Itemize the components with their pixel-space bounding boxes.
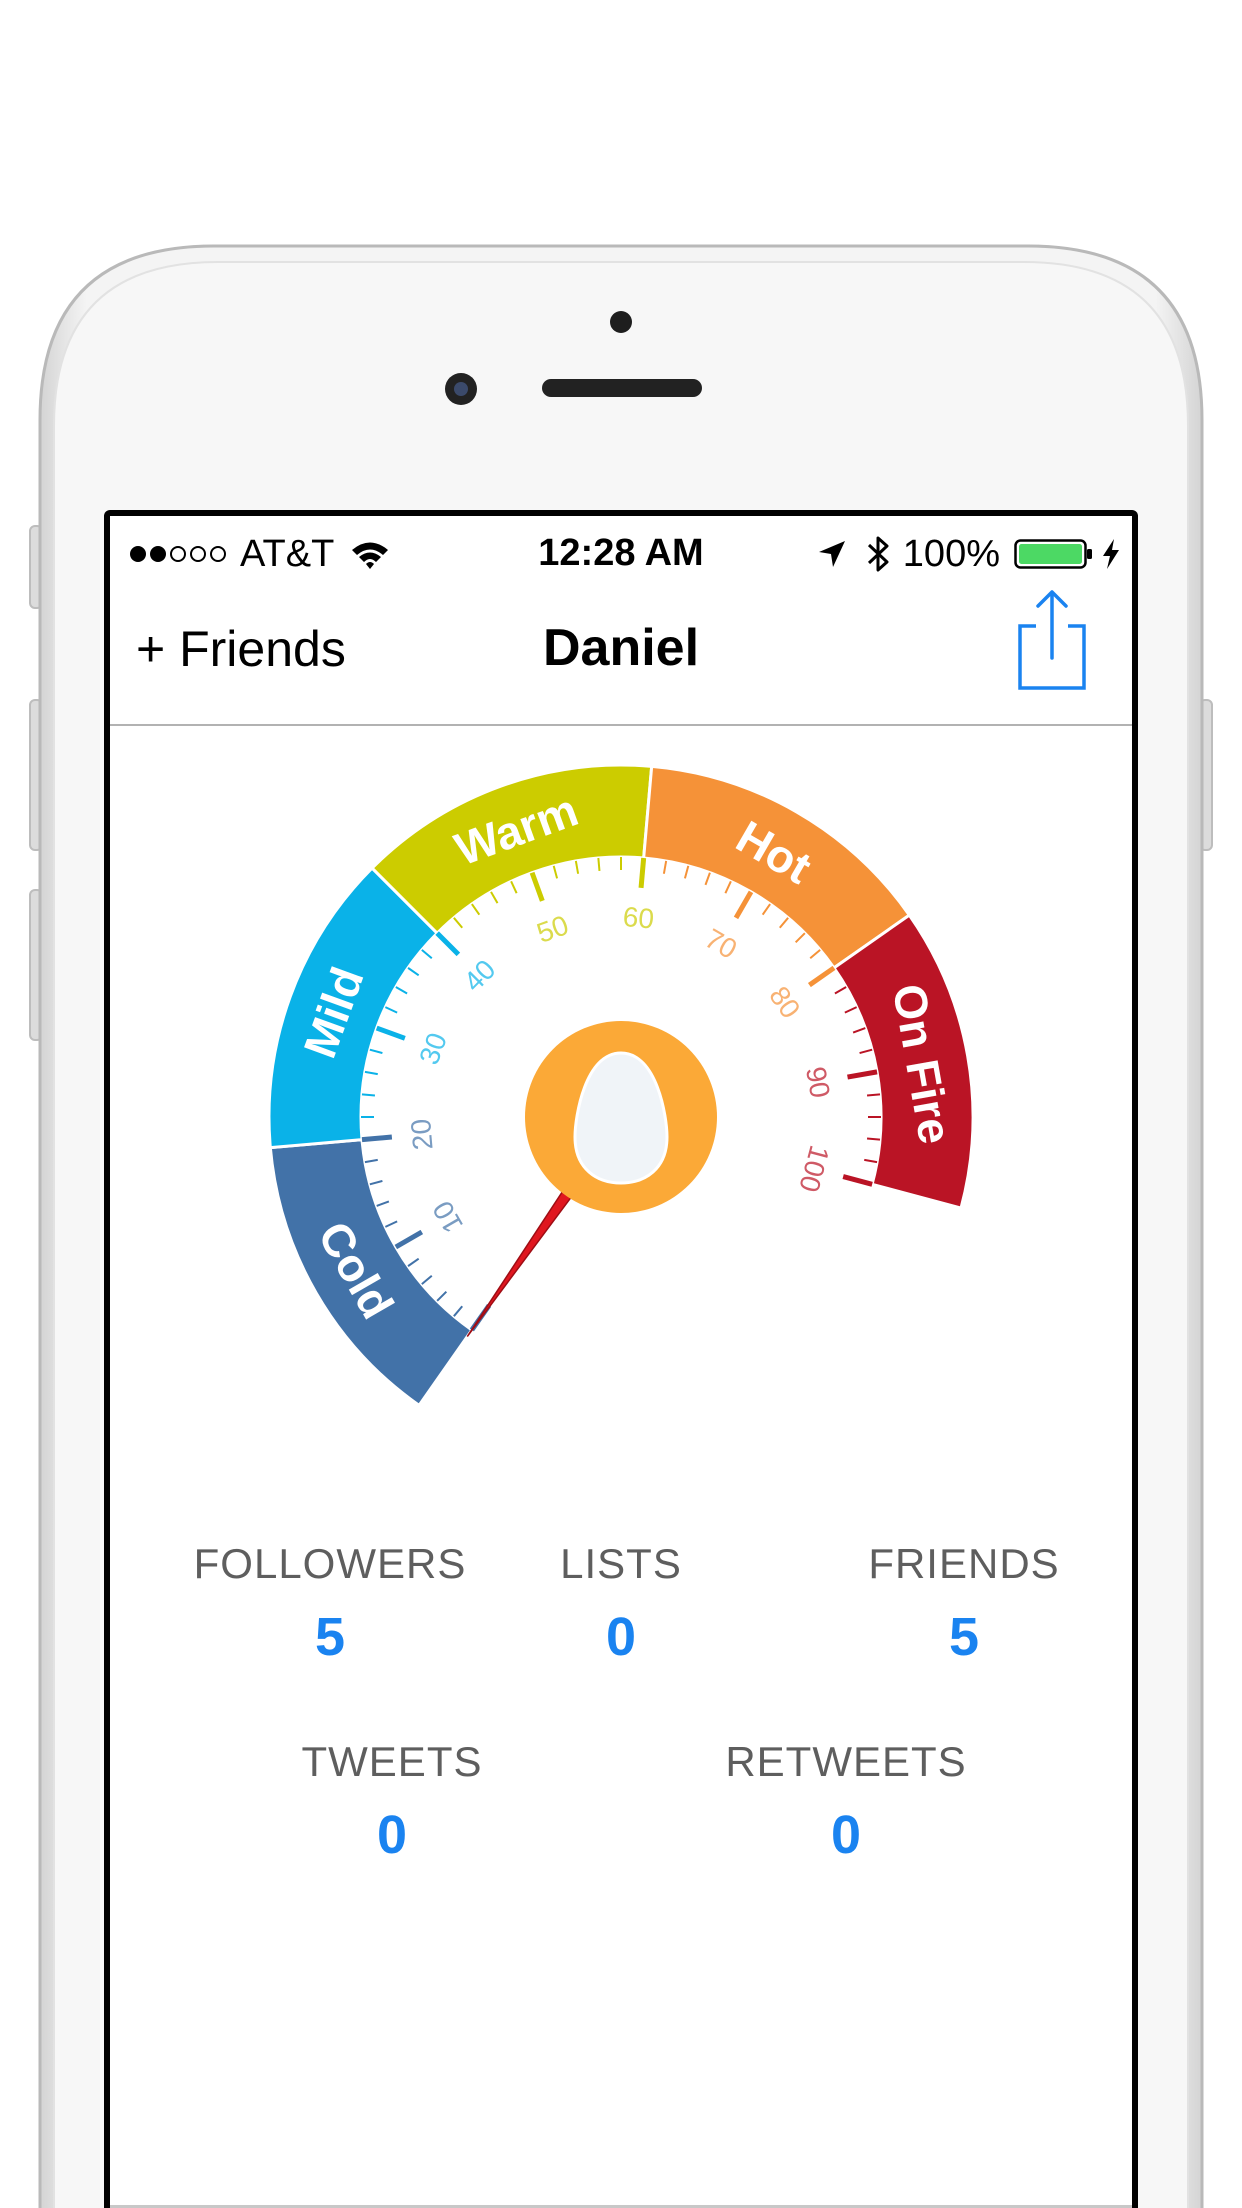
gauge-major-tick xyxy=(847,1069,878,1080)
gauge-minor-tick xyxy=(779,917,789,929)
lists-count: 0 xyxy=(605,1607,637,1667)
gauge-tick-label: 50 xyxy=(533,909,573,949)
friends-label: FRIENDS xyxy=(868,1540,1060,1587)
gauge-minor-tick xyxy=(859,1048,873,1055)
gauge-minor-tick xyxy=(809,949,821,959)
gauge-minor-tick xyxy=(510,880,518,894)
gauge-major-tick xyxy=(361,1134,393,1143)
gauge-minor-tick xyxy=(364,1070,378,1076)
gauge-minor-tick xyxy=(724,880,732,894)
gauge-tick-label: 100 xyxy=(793,1142,835,1195)
gauge-minor-tick xyxy=(852,1027,866,1034)
lists-stat[interactable]: LISTS 0 xyxy=(481,1540,761,1668)
gauge-tick-label: 10 xyxy=(427,1196,469,1238)
gauge-minor-tick xyxy=(453,1305,463,1317)
gauge-minor-tick xyxy=(453,917,463,929)
lists-label: LISTS xyxy=(560,1540,682,1587)
gauge-tick-label: 80 xyxy=(763,981,806,1024)
gauge-minor-tick xyxy=(369,1179,383,1186)
app-screen: AT&T 12:28 AM 100% + Friends Daniel 10 2… xyxy=(110,516,1132,2208)
retweets-label: RETWEETS xyxy=(725,1738,967,1785)
gauge-major-tick xyxy=(638,857,647,889)
gauge-minor-tick xyxy=(761,903,771,916)
gauge-minor-tick xyxy=(471,903,481,916)
gauge-minor-tick xyxy=(421,1275,433,1285)
gauge-minor-tick xyxy=(369,1048,383,1055)
gauge-tick-label: 60 xyxy=(622,901,656,935)
tweets-label: TWEETS xyxy=(301,1738,483,1785)
retweets-stat[interactable]: RETWEETS 0 xyxy=(686,1738,1006,1866)
gauge-minor-tick xyxy=(407,967,420,977)
followers-stat[interactable]: FOLLOWERS 5 xyxy=(170,1540,490,1668)
gauge-tick-label: 40 xyxy=(458,954,502,998)
gauge-minor-tick xyxy=(552,865,559,879)
gauge-minor-tick xyxy=(361,1093,376,1097)
gauge-tick-label: 20 xyxy=(405,1118,439,1152)
gauge-minor-tick xyxy=(490,891,499,904)
gauge-minor-tick xyxy=(704,872,711,886)
gauge-tick-label: 70 xyxy=(700,923,742,965)
gauge-minor-tick xyxy=(864,1158,878,1164)
gauge-major-tick xyxy=(842,1174,873,1187)
gauge-minor-tick xyxy=(844,1006,858,1014)
gauge-minor-tick xyxy=(662,860,668,874)
gauge-minor-tick xyxy=(376,1200,390,1207)
gauge-minor-tick xyxy=(384,1006,398,1014)
gauge-minor-tick xyxy=(436,1290,448,1302)
gauge-minor-tick xyxy=(597,857,601,872)
gauge-tick-label: 30 xyxy=(413,1029,453,1069)
followers-label: FOLLOWERS xyxy=(193,1540,467,1587)
gauge-minor-tick xyxy=(364,1158,378,1164)
retweets-count: 0 xyxy=(830,1805,862,1865)
followers-count: 5 xyxy=(314,1607,346,1667)
gauge-minor-tick xyxy=(421,949,433,959)
gauge-minor-tick xyxy=(407,1257,420,1267)
tweets-count: 0 xyxy=(376,1805,408,1865)
gauge-minor-tick xyxy=(834,986,847,995)
tweets-stat[interactable]: TWEETS 0 xyxy=(242,1738,542,1866)
gauge-major-tick xyxy=(529,871,545,902)
gauge-major-tick xyxy=(807,965,836,988)
gauge-major-tick xyxy=(435,931,461,957)
gauge-minor-tick xyxy=(683,865,690,879)
gauge-major-tick xyxy=(394,1229,424,1250)
gauge-major-tick xyxy=(375,1025,406,1041)
gauge-minor-tick xyxy=(395,986,408,995)
gauge-major-tick xyxy=(733,890,754,920)
heat-gauge: 1020304050 60708090100 ColdMildWarm HotOn … xyxy=(267,763,975,1408)
gauge-minor-tick xyxy=(384,1220,398,1228)
gauge-minor-tick xyxy=(866,1137,881,1141)
friends-count: 5 xyxy=(948,1607,980,1667)
gauge-minor-tick xyxy=(574,860,580,874)
gauge-minor-tick xyxy=(794,932,806,944)
friends-stat[interactable]: FRIENDS 5 xyxy=(804,1540,1124,1668)
gauge-minor-tick xyxy=(866,1093,881,1097)
gauge-tick-label: 90 xyxy=(800,1064,836,1100)
